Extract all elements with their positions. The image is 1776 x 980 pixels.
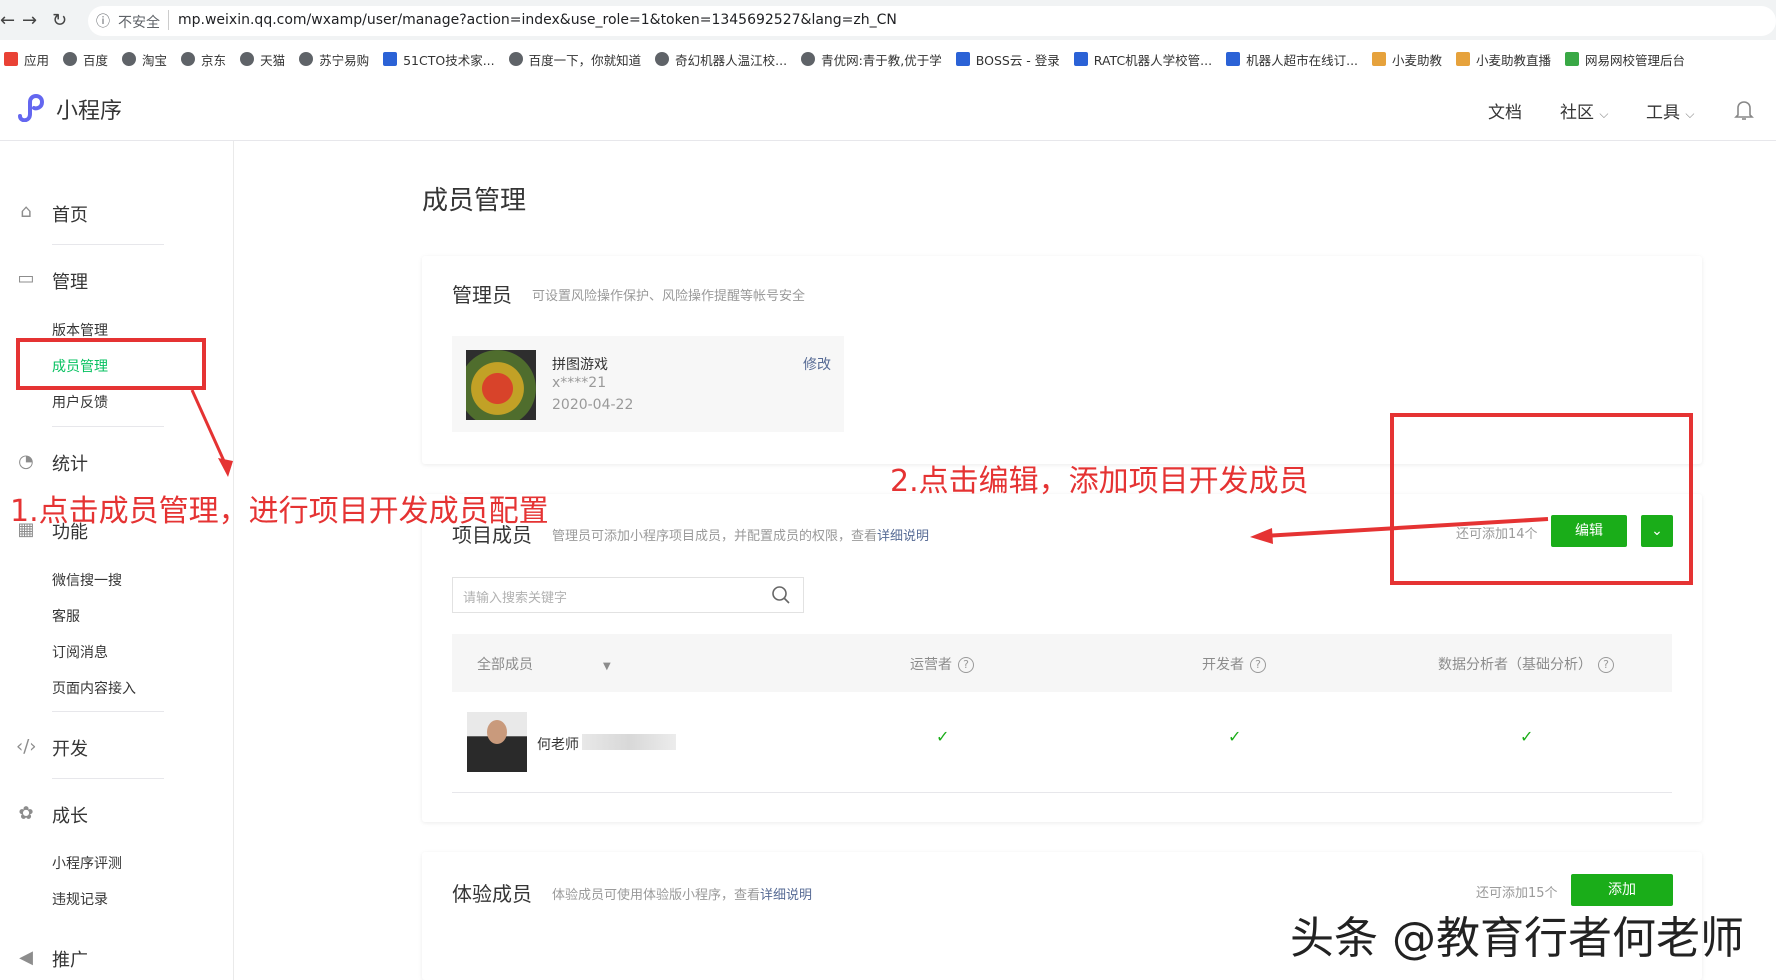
watermark-text: 头条 @教育行者何老师: [1290, 913, 1744, 964]
annotation-step1: 1.点击成员管理，进行项目开发成员配置: [10, 494, 549, 529]
annotation-step2: 2.点击编辑，添加项目开发成员: [890, 464, 1309, 499]
